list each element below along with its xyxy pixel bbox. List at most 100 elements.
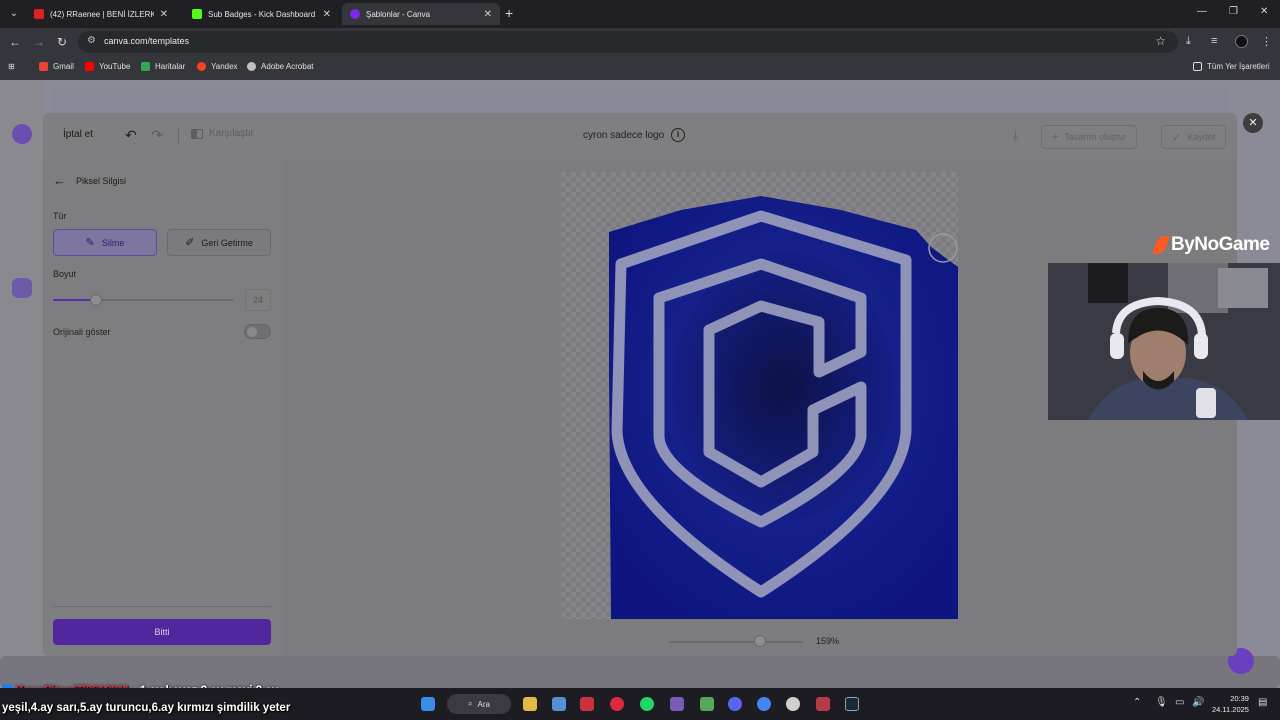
steam-icon[interactable]: [845, 697, 859, 711]
clock-date: 24.11.2025: [1212, 705, 1249, 714]
folder-icon: [1193, 62, 1202, 71]
file-explorer-icon[interactable]: [523, 697, 537, 711]
brand-text: ByNoGame: [1171, 234, 1270, 255]
size-label: Boyut: [53, 269, 77, 279]
download-icon[interactable]: ⤓: [1186, 35, 1191, 48]
close-tab-icon[interactable]: ✕: [160, 9, 168, 20]
chrome-icon[interactable]: [757, 697, 771, 711]
all-bookmarks[interactable]: Tüm Yer İşaretleri: [1193, 62, 1270, 71]
notification-icon[interactable]: ▤: [1258, 697, 1267, 708]
tab-label: Sub Badges - Kick Dashboard: [208, 9, 316, 19]
url-text: canva.com/templates: [104, 36, 190, 46]
app-icon[interactable]: [700, 697, 714, 711]
brush-size-value[interactable]: 24: [245, 289, 271, 311]
compare-button[interactable]: Karşılaştır: [191, 128, 254, 139]
close-modal-icon[interactable]: ✕: [1243, 113, 1263, 133]
bookmark-label: Adobe Acrobat: [261, 62, 314, 71]
globe-icon: [247, 62, 256, 71]
bookmark-label: YouTube: [99, 62, 131, 71]
url-field[interactable]: ⚙ canva.com/templates ☆: [78, 31, 1178, 53]
restore-mode-button[interactable]: ✐ Geri Getirme: [167, 229, 271, 256]
microphone-icon[interactable]: 🎙: [1155, 697, 1168, 708]
tab-canva[interactable]: Şablonlar - Canva ✕: [342, 3, 500, 25]
brush-size-slider[interactable]: [53, 294, 233, 306]
bookmark-maps[interactable]: Haritalar: [141, 62, 185, 71]
youtube-icon: [85, 62, 94, 71]
site-info-icon[interactable]: ⚙: [87, 35, 96, 46]
taskbar-search[interactable]: ⌕ Ara: [447, 694, 511, 714]
bookmark-label: Gmail: [53, 62, 74, 71]
zoom-slider-thumb[interactable]: [754, 635, 767, 647]
save-button[interactable]: ✓ Kaydet: [1161, 125, 1227, 149]
zoom-value[interactable]: 159%: [816, 636, 839, 646]
flame-icon: [1152, 236, 1170, 254]
erase-label: Silme: [101, 237, 125, 248]
chat-message-line-2: yeşil,4.ay sarı,5.ay turuncu,6.ay kırmız…: [2, 702, 291, 714]
canva-nav-icon: [12, 278, 32, 298]
tab-kick-dashboard[interactable]: Sub Badges - Kick Dashboard ✕: [184, 3, 339, 25]
info-icon[interactable]: i: [671, 128, 685, 142]
windows-start-icon[interactable]: [421, 697, 435, 711]
menu-icon[interactable]: ⋮: [1261, 35, 1272, 48]
back-to-tools[interactable]: ← Piksel Silgisi: [53, 173, 126, 188]
reload-icon[interactable]: ↻: [57, 35, 67, 49]
search-icon: ⌕: [468, 699, 473, 708]
undo-icon[interactable]: ↶: [125, 127, 137, 144]
bookmark-adobe-acrobat[interactable]: Adobe Acrobat: [247, 62, 313, 71]
whatsapp-icon[interactable]: [640, 697, 654, 711]
forward-icon[interactable]: →: [33, 35, 45, 49]
obs-icon[interactable]: [786, 697, 800, 711]
tab-search-icon[interactable]: ⌄: [6, 6, 22, 22]
store-icon[interactable]: [552, 697, 566, 711]
back-arrow-icon: ←: [53, 173, 66, 188]
eraser-icon: ✎: [85, 237, 95, 249]
show-original-toggle[interactable]: [244, 324, 271, 339]
apps-icon[interactable]: ⊞: [8, 62, 15, 71]
system-clock[interactable]: 20:39 24.11.2025: [1212, 693, 1249, 715]
bookmark-youtube[interactable]: YouTube: [85, 62, 130, 71]
type-label: Tür: [53, 211, 67, 221]
canva-icon: [350, 9, 360, 19]
save-label: Kaydet: [1187, 132, 1216, 142]
close-tab-icon[interactable]: ✕: [484, 9, 492, 20]
tray-chevron-icon[interactable]: ⌃: [1133, 697, 1141, 708]
bookmark-yandex[interactable]: Yandex: [197, 62, 238, 71]
bookmark-label: Haritalar: [155, 62, 186, 71]
tab-label: Şablonlar - Canva: [366, 9, 431, 19]
check-icon: ✓: [1172, 131, 1182, 144]
redo-icon[interactable]: ↷: [151, 127, 163, 144]
slider-thumb[interactable]: [90, 294, 103, 306]
restore-icon[interactable]: ❐: [1229, 6, 1238, 17]
toggle-knob: [247, 327, 257, 337]
volume-icon[interactable]: 🔊: [1192, 697, 1204, 708]
bookmarks-bar: ⊞ Gmail YouTube Haritalar Yandex Adobe A…: [0, 56, 1280, 80]
browser-tab-bar: ⌄ (42) RRaenee | BENİ İZLERKEN ✕ Sub Bad…: [0, 0, 1280, 28]
gmail-icon: [39, 62, 48, 71]
zoom-slider[interactable]: [669, 641, 803, 643]
cyron-logo-image[interactable]: [561, 172, 958, 619]
bookmark-gmail[interactable]: Gmail: [39, 62, 74, 71]
new-tab-icon[interactable]: +: [505, 5, 513, 21]
bookmark-star-icon[interactable]: ☆: [1155, 34, 1166, 48]
media-icon[interactable]: ≡: [1211, 35, 1217, 47]
cancel-button[interactable]: İptal et: [63, 129, 93, 140]
close-tab-icon[interactable]: ✕: [323, 9, 331, 20]
create-design-button[interactable]: + Tasarım oluştur: [1041, 125, 1137, 149]
app-icon[interactable]: [670, 697, 684, 711]
back-icon[interactable]: ←: [9, 35, 21, 49]
download-icon[interactable]: ⤓: [1013, 128, 1018, 143]
erase-mode-button[interactable]: ✎ Silme: [53, 229, 157, 256]
network-icon[interactable]: ▭: [1175, 697, 1184, 708]
tab-youtube[interactable]: (42) RRaenee | BENİ İZLERKEN ✕: [26, 3, 176, 25]
canva-banner: [50, 88, 1230, 112]
app-icon[interactable]: [816, 697, 830, 711]
media-player-icon[interactable]: [610, 697, 624, 711]
discord-icon[interactable]: [728, 697, 742, 711]
close-window-icon[interactable]: ✕: [1260, 6, 1268, 17]
bookmark-label: Yandex: [211, 62, 238, 71]
profile-avatar[interactable]: [1235, 35, 1248, 48]
app-icon[interactable]: [580, 697, 594, 711]
minimize-icon[interactable]: —: [1197, 6, 1207, 17]
done-button[interactable]: Bitti: [53, 619, 271, 645]
panel-divider: [53, 606, 271, 607]
